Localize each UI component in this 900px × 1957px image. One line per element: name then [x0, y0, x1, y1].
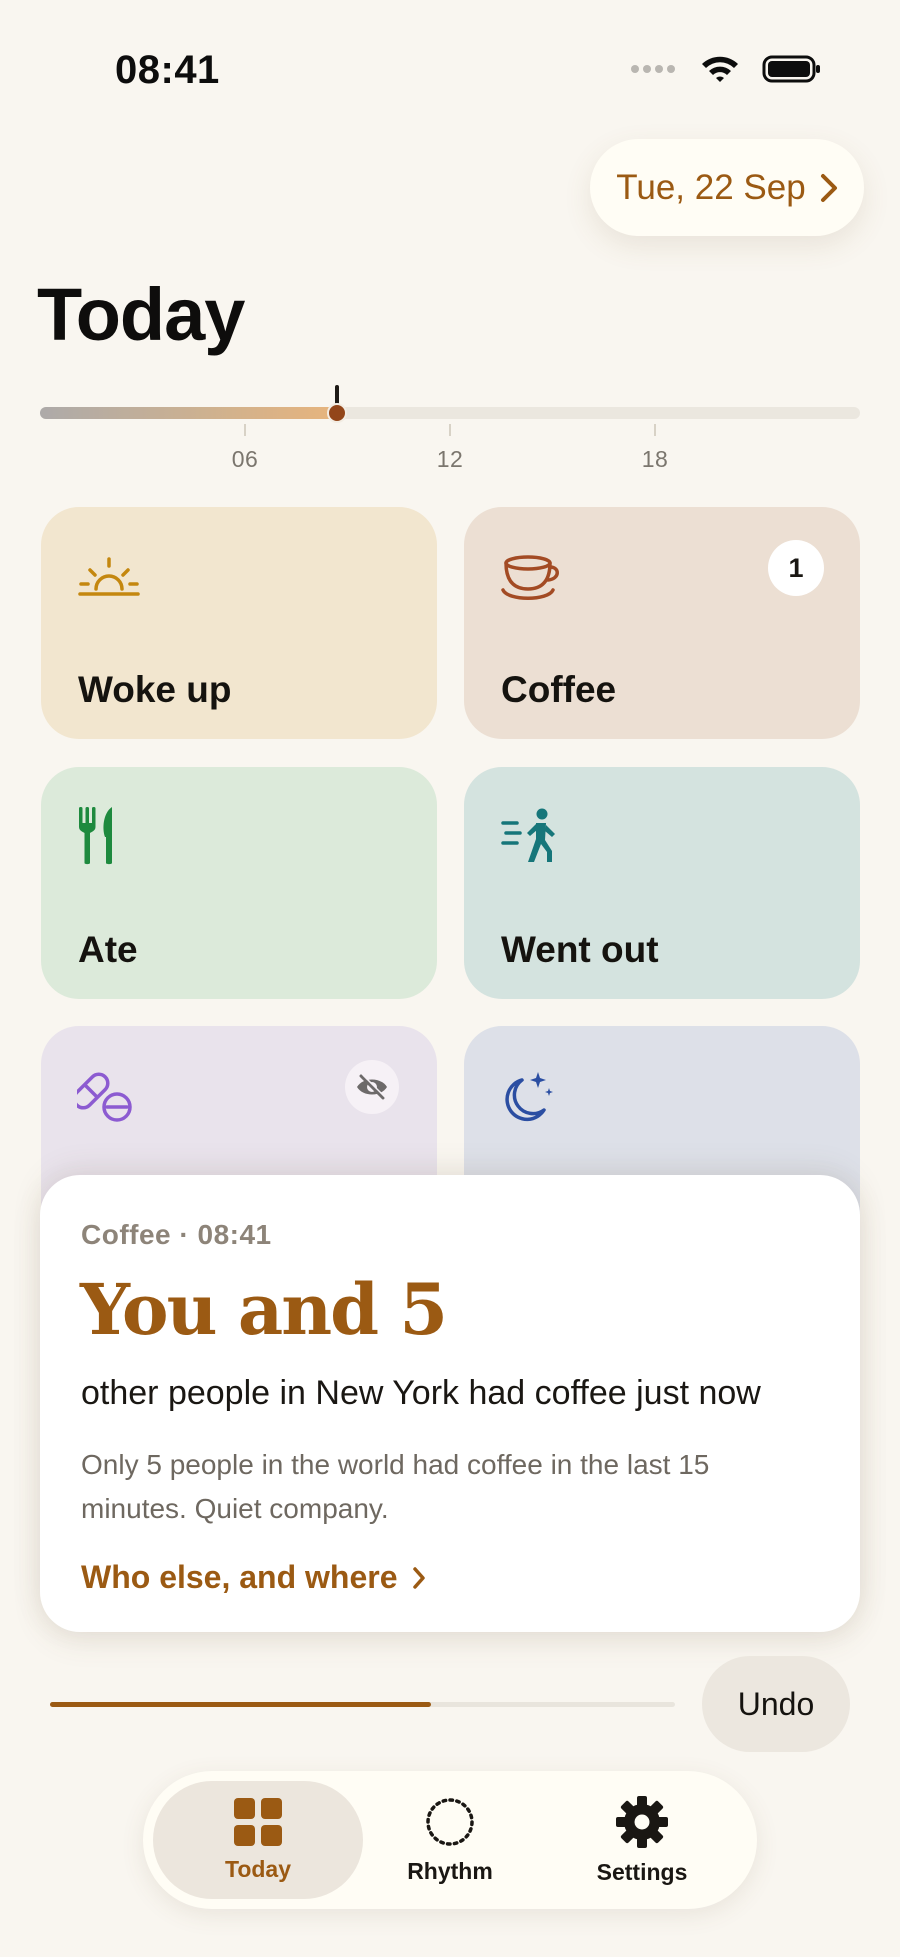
chevron-right-icon [412, 1566, 425, 1589]
tile-label: Coffee [501, 669, 617, 710]
tile-woke-up[interactable]: Woke up [41, 507, 437, 739]
popup-headline: You and 5 [80, 1268, 448, 1351]
hidden-toggle-button[interactable] [345, 1060, 399, 1114]
timeline-hour-label: 18 [641, 446, 669, 472]
grid-icon [234, 1797, 282, 1846]
timeline-tick [449, 424, 451, 436]
eye-slash-icon [357, 1074, 387, 1100]
undo-countdown-track [50, 1702, 675, 1707]
tile-coffee[interactable]: 1 Coffee [464, 507, 860, 739]
tab-label: Today [224, 1855, 292, 1882]
timeline-tick [244, 424, 246, 436]
timeline-elapsed-fill [40, 407, 337, 419]
popup-meta: Coffee · 08:41 [81, 1219, 272, 1250]
pills-icon [77, 1072, 132, 1122]
tab-today[interactable]: Today [153, 1781, 363, 1899]
gear-icon [616, 1795, 668, 1848]
tile-label: Went out [501, 929, 659, 970]
popup-body: Only 5 people in the world had coffee in… [81, 1449, 710, 1524]
dotted-circle-icon [426, 1797, 474, 1846]
sunrise-icon [78, 557, 140, 596]
fork-knife-icon [79, 807, 112, 865]
tab-bar: Today Rhythm Settings [143, 1771, 757, 1909]
timeline-hour-label: 06 [231, 446, 259, 472]
tile-ate[interactable]: Ate [41, 767, 437, 999]
cellular-signal-icon [631, 65, 675, 73]
undo-button[interactable]: Undo [702, 1656, 850, 1752]
undo-countdown-fill [50, 1702, 431, 1707]
timeline-now-marker[interactable] [327, 403, 347, 423]
chevron-right-icon [820, 173, 837, 202]
wifi-icon [702, 56, 738, 82]
walking-person-icon [501, 808, 555, 862]
moon-stars-icon [505, 1072, 553, 1122]
battery-icon [762, 55, 820, 83]
day-timeline: 06 12 18 [40, 380, 860, 480]
status-bar: 08:41 [0, 0, 900, 140]
date-label: Tue, 22 Sep [616, 167, 806, 207]
tile-count-badge: 1 [768, 540, 824, 596]
tab-label: Settings [596, 1858, 688, 1885]
tile-label: Ate [78, 929, 138, 970]
coffee-confirmation-card: Coffee · 08:41 You and 5 other people in… [40, 1175, 860, 1632]
timeline-tick [654, 424, 656, 436]
coffee-cup-icon [501, 555, 559, 600]
date-picker-button[interactable]: Tue, 22 Sep [590, 139, 864, 236]
tab-rhythm[interactable]: Rhythm [345, 1781, 555, 1899]
tile-label: Woke up [78, 669, 232, 710]
tile-went-out[interactable]: Went out [464, 767, 860, 999]
page-title: Today [37, 273, 245, 356]
tab-settings[interactable]: Settings [537, 1781, 747, 1899]
status-icons [630, 54, 822, 84]
timeline-hour-label: 12 [436, 446, 464, 472]
status-time: 08:41 [115, 48, 220, 92]
tab-label: Rhythm [407, 1857, 493, 1884]
popup-subtitle: other people in New York had coffee just… [81, 1374, 761, 1412]
who-else-link-label: Who else, and where [81, 1559, 398, 1595]
who-else-link[interactable]: Who else, and where [81, 1559, 426, 1596]
